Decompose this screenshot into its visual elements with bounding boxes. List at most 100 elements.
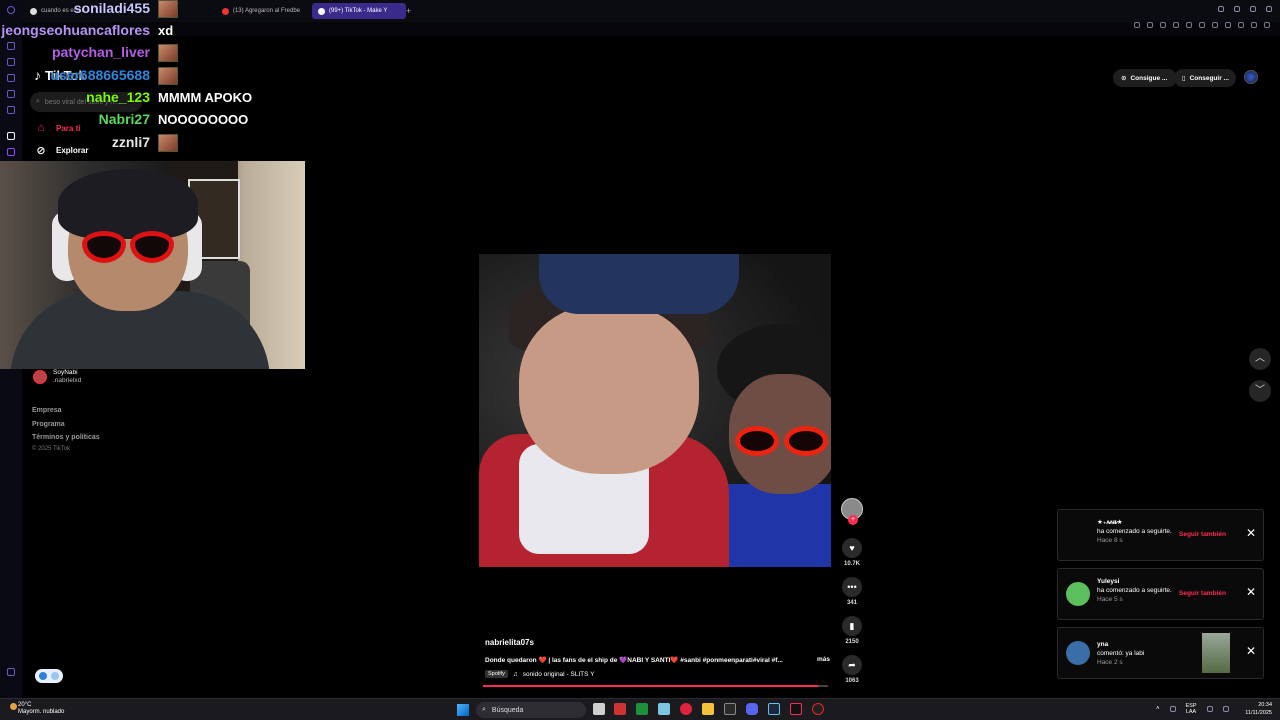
browser-tab-bar: cuando es el dia... (13) Agregaron al Fr… [0,0,1280,22]
chat-username[interactable]: soniladi455 [74,0,150,16]
close-icon[interactable]: ✕ [1246,644,1256,658]
get-app-button[interactable]: ▯ Conseguir ... [1174,69,1236,87]
tab-2[interactable]: (13) Agregaron al Fredbe [216,3,306,19]
notification-comment[interactable]: yna comentó: ya labi Hace 2 s ✕ [1057,627,1264,679]
browser-widget-toggle[interactable] [35,669,63,683]
share-button[interactable]: ➦ 1063 [840,655,864,684]
profile-avatar[interactable] [1244,70,1258,84]
language-indicator[interactable]: ESP LAA [1186,703,1197,715]
video-sound[interactable]: Spotify ♫ sonido original - SLITS Y [485,670,830,678]
discord-icon[interactable] [746,703,758,715]
search-icon[interactable] [1218,6,1224,12]
steam-icon[interactable] [768,703,780,715]
notification-follow-1[interactable]: ★₊ᴀ̷ɴ̷ɪ̷★ ha comenzado a seguirte. Hace … [1057,509,1264,561]
taskbar-app-icon[interactable] [614,703,626,715]
spotify-badge[interactable]: Spotify [485,670,508,678]
footer-program-link[interactable]: Programa [32,418,100,432]
chat-username[interactable]: user688665688 [50,67,150,83]
wifi-icon[interactable] [1206,706,1213,712]
maximize-icon[interactable] [1250,6,1256,12]
footer-terms-link[interactable]: Términos y políticas [32,431,100,445]
chat-username[interactable]: jeongseohuancaflores [1,22,150,38]
chevron-up-icon[interactable]: ˄ [1156,706,1160,712]
like-button[interactable]: ♥ 10.7K [840,538,864,567]
close-icon[interactable]: ✕ [1246,585,1256,599]
chat-username[interactable]: nahe_123 [86,89,150,105]
footer-company-link[interactable]: Empresa [32,404,100,418]
capcut-icon[interactable] [724,703,736,715]
following-account[interactable]: SoyNabi .nabrielxd [33,369,81,385]
taskbar-app-icon[interactable] [812,703,824,715]
tab-label: (99+) TikTok - Make Y [329,8,388,14]
heart-icon[interactable] [1199,22,1205,28]
file-explorer-icon[interactable] [702,703,714,715]
pin-icon[interactable] [1134,22,1140,28]
avatar [1066,641,1090,665]
more-button[interactable]: más [817,656,830,664]
extension-icon[interactable] [1160,22,1166,28]
twitch-icon[interactable] [7,148,15,156]
taskbar-app-icon[interactable] [658,703,670,715]
tiktok-taskbar-icon[interactable] [790,703,802,715]
windows-start-icon[interactable] [457,704,469,716]
notification-follow-2[interactable]: Yuleysi ha comenzado a seguirte. Hace 5 … [1057,568,1264,620]
extension-icons [1134,22,1270,28]
video-description: Donde quedaron ❤️ | las fans de el ship … [485,657,783,664]
download-icon[interactable] [1238,22,1244,28]
notification-message: comentó: ya labi [1097,650,1145,657]
task-view-icon[interactable] [593,703,605,715]
close-icon[interactable]: ✕ [1246,526,1256,540]
wallet-icon[interactable] [1212,22,1218,28]
save-button[interactable]: ▮ 2150 [840,616,864,645]
webcam-hair [58,169,198,239]
player-icon[interactable] [7,106,15,114]
translate-icon[interactable] [1173,22,1179,28]
new-tab-button[interactable]: + [406,3,418,19]
video-thumbnail[interactable] [1202,633,1230,673]
tiktok-sidebar-icon[interactable] [7,132,15,140]
creator-avatar-button[interactable]: + [840,498,864,525]
more-icon[interactable] [7,668,15,676]
nav-explore[interactable]: ⊘ Explorar [34,144,88,157]
messenger-icon[interactable] [7,74,15,82]
workspace-icon[interactable] [7,42,15,50]
previous-video-button[interactable]: ︿ [1249,348,1271,370]
tab-3[interactable]: (99+) TikTok - Make Y [312,3,406,19]
chat-username[interactable]: zznli7 [112,134,150,150]
opera-icon[interactable] [7,6,15,14]
follow-back-button[interactable]: Seguir también [1179,531,1226,538]
notification-time: Hace 8 s [1097,537,1123,544]
video-progress-bar[interactable] [483,685,828,687]
video-author[interactable]: nabrielita07s [485,638,830,647]
notification-time: Hace 2 s [1097,659,1123,666]
chat-icon[interactable] [1225,22,1231,28]
weather-widget[interactable]: 20°C Mayorm. nublado [18,702,64,716]
close-icon[interactable] [1266,6,1272,12]
chat-username[interactable]: Nabri27 [99,111,150,127]
history-icon[interactable] [7,58,15,66]
opera-gx-icon[interactable] [680,703,692,715]
system-clock[interactable]: 20:34 11/11/2025 [1236,702,1272,717]
chevron-up-icon: ︿ [1255,353,1265,364]
chat-username[interactable]: patychan_liver [52,44,150,60]
nav-for-you[interactable]: ⌂ Para ti [34,122,81,134]
youtube-icon [222,7,229,15]
next-video-button[interactable]: ﹀ [1249,380,1271,402]
instagram-icon[interactable] [7,90,15,98]
play-icon[interactable] [1186,22,1192,28]
tray-app-icon[interactable] [1169,706,1176,712]
volume-icon[interactable] [1222,706,1229,712]
get-coins-button[interactable]: ⊙ Consigue ... [1113,69,1177,87]
menu-icon[interactable] [1264,22,1270,28]
follow-plus-icon[interactable]: + [848,515,858,525]
streamer-webcam [0,161,305,369]
settings-icon[interactable] [1251,22,1257,28]
video-player[interactable] [479,254,831,567]
heart-icon: ♥ [842,538,862,558]
bookmark-icon[interactable] [1147,22,1153,28]
taskbar-search[interactable]: ⌕ Búsqueda [476,702,586,718]
minimize-icon[interactable] [1234,6,1240,12]
follow-back-button[interactable]: Seguir también [1179,590,1226,597]
comment-button[interactable]: ••• 341 [840,577,864,606]
xbox-icon[interactable] [636,703,648,715]
